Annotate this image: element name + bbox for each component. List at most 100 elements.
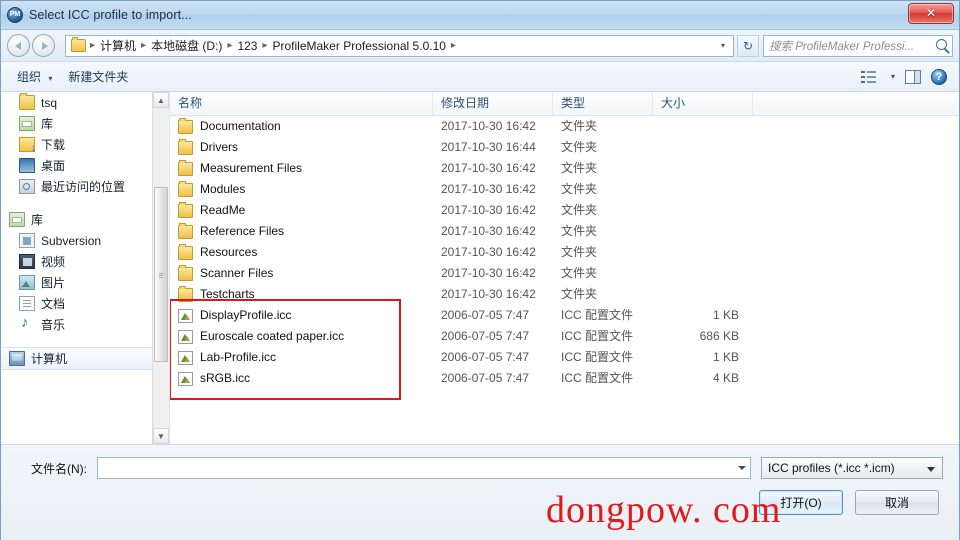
scrollbar-thumb[interactable] (154, 187, 168, 362)
title-bar: PM Select ICC profile to import... ✕ (1, 1, 959, 30)
breadcrumb-separator: ▸ (262, 40, 268, 51)
breadcrumb[interactable]: ▸ 计算机 ▸ 本地磁盘 (D:) ▸ 123 ▸ ProfileMaker P… (65, 34, 734, 57)
folder-icon (178, 222, 193, 239)
file-list: 名称 修改日期 类型 大小 Documentation 2017-10-30 16… (170, 92, 959, 444)
sidebar-item-label: 库 (31, 213, 44, 227)
cell-type: 文件夹 (561, 119, 598, 133)
filetype-select[interactable]: ICC profiles (*.icc *.icm) (761, 457, 943, 479)
organize-label: 组织 (17, 70, 42, 84)
cell-date: 2006-07-05 7:47 (441, 371, 530, 385)
table-row[interactable]: Documentation 2017-10-30 16:42 文件夹 (170, 116, 959, 137)
icc-profile-icon (178, 308, 193, 323)
cell-date: 2017-10-30 16:42 (441, 119, 536, 133)
scroll-up-icon[interactable]: ▲ (153, 92, 169, 108)
sidebar-item-3[interactable]: 桌面 (1, 155, 169, 176)
cell-date: 2017-10-30 16:42 (441, 203, 536, 217)
cell-type: 文件夹 (561, 182, 598, 196)
scroll-down-icon[interactable]: ▼ (153, 428, 169, 444)
sidebar-item-11[interactable]: 计算机 (1, 347, 157, 370)
cell-name: DisplayProfile.icc (170, 305, 433, 326)
column-header-name[interactable]: 名称 (170, 92, 433, 115)
chevron-down-icon[interactable]: ▾ (891, 72, 895, 81)
cell-name: Euroscale coated paper.icc (170, 326, 433, 347)
sidebar-item-label: 音乐 (41, 318, 66, 332)
file-name: Resources (200, 245, 258, 259)
filetype-value: ICC profiles (*.icc *.icm) (768, 461, 895, 475)
chevron-down-icon (927, 467, 935, 472)
breadcrumb-item-profilemaker[interactable]: ProfileMaker Professional 5.0.10 (270, 39, 449, 53)
refresh-button[interactable]: ↻ (737, 34, 759, 57)
sidebar-scrollbar[interactable]: ▲ ▼ (152, 92, 169, 444)
button-row: 打开(O) 取消 (1, 479, 959, 515)
cell-type: ICC 配置文件 (561, 329, 634, 343)
sidebar-item-5[interactable]: 库 (1, 209, 169, 230)
table-row[interactable]: Lab-Profile.icc 2006-07-05 7:47 ICC 配置文件 1 … (170, 347, 959, 368)
videos-icon (19, 254, 35, 269)
pictures-icon (19, 275, 35, 290)
desktop-icon (19, 158, 35, 173)
table-row[interactable]: Testcharts 2017-10-30 16:42 文件夹 (170, 284, 959, 305)
sidebar-item-label: 文档 (41, 297, 66, 311)
table-row[interactable]: Euroscale coated paper.icc 2006-07-05 7:4… (170, 326, 959, 347)
subversion-icon (19, 233, 35, 248)
preview-pane-icon[interactable] (905, 69, 921, 84)
table-row[interactable]: sRGB.icc 2006-07-05 7:47 ICC 配置文件 4 KB (170, 368, 959, 389)
close-button[interactable]: ✕ (908, 3, 954, 24)
cancel-button[interactable]: 取消 (855, 490, 939, 515)
column-header-type[interactable]: 类型 (553, 92, 653, 115)
table-row[interactable]: Scanner Files 2017-10-30 16:42 文件夹 (170, 263, 959, 284)
help-icon[interactable]: ? (931, 68, 947, 85)
file-name: sRGB.icc (200, 371, 251, 385)
filename-input[interactable] (97, 457, 751, 479)
cell-date: 2017-10-30 16:44 (441, 140, 536, 154)
chevron-down-icon[interactable]: ▾ (717, 41, 731, 50)
sidebar-item-6[interactable]: Subversion (1, 230, 169, 251)
sidebar-item-label: 图片 (41, 276, 66, 290)
sidebar-item-2[interactable]: 下载 (1, 134, 169, 155)
sidebar-item-label: 下载 (41, 138, 66, 152)
breadcrumb-item-drive[interactable]: 本地磁盘 (D:) (148, 37, 225, 54)
file-name: Documentation (200, 119, 281, 133)
sidebar-item-label: 视频 (41, 255, 66, 269)
open-button[interactable]: 打开(O) (759, 490, 843, 515)
sidebar-item-4[interactable]: 最近访问的位置 (1, 176, 169, 197)
sidebar-item-10[interactable]: 音乐 (1, 314, 169, 335)
forward-button[interactable] (32, 34, 55, 57)
chevron-down-icon[interactable] (738, 466, 746, 470)
table-row[interactable]: Modules 2017-10-30 16:42 文件夹 (170, 179, 959, 200)
table-row[interactable]: Reference Files 2017-10-30 16:42 文件夹 (170, 221, 959, 242)
table-row[interactable]: Resources 2017-10-30 16:42 文件夹 (170, 242, 959, 263)
breadcrumb-item-computer[interactable]: 计算机 (97, 37, 139, 54)
cell-date: 2017-10-30 16:42 (441, 266, 536, 280)
cell-date: 2017-10-30 16:42 (441, 182, 536, 196)
select-icc-profile-dialog: PM Select ICC profile to import... ✕ ▸ 计… (0, 0, 960, 540)
change-view-icon[interactable] (860, 70, 877, 84)
table-row[interactable]: Measurement Files 2017-10-30 16:42 文件夹 (170, 158, 959, 179)
profilemaker-icon: PM (7, 7, 23, 23)
column-headers: 名称 修改日期 类型 大小 (170, 92, 959, 116)
back-button[interactable] (7, 34, 30, 57)
table-row[interactable]: DisplayProfile.icc 2006-07-05 7:47 ICC 配置文… (170, 305, 959, 326)
sidebar-item-1[interactable]: 库 (1, 113, 169, 134)
new-folder-button[interactable]: 新建文件夹 (60, 65, 136, 88)
cell-name: Testcharts (170, 284, 433, 305)
sidebar-item-8[interactable]: 图片 (1, 272, 169, 293)
search-input[interactable]: 搜索 ProfileMaker Professi... (763, 34, 953, 57)
table-row[interactable]: ReadMe 2017-10-30 16:42 文件夹 (170, 200, 959, 221)
sidebar-item-7[interactable]: 视频 (1, 251, 169, 272)
cell-name: sRGB.icc (170, 368, 433, 389)
table-row[interactable]: Drivers 2017-10-30 16:44 文件夹 (170, 137, 959, 158)
column-header-size[interactable]: 大小 (653, 92, 753, 115)
cell-size: 1 KB (712, 308, 739, 322)
icc-profile-icon (178, 329, 193, 344)
cell-name: Documentation (170, 116, 433, 137)
sidebar-item-9[interactable]: 文档 (1, 293, 169, 314)
column-header-date[interactable]: 修改日期 (433, 92, 553, 115)
breadcrumb-item-123[interactable]: 123 (234, 39, 260, 53)
file-name: Scanner Files (200, 266, 274, 280)
navigation-group-gap (1, 197, 169, 209)
address-bar: ▸ 计算机 ▸ 本地磁盘 (D:) ▸ 123 ▸ ProfileMaker P… (1, 30, 959, 62)
organize-button[interactable]: 组织 ▾ (9, 65, 60, 88)
sidebar-item-0[interactable]: tsq (1, 92, 169, 113)
folder-icon (178, 159, 193, 176)
